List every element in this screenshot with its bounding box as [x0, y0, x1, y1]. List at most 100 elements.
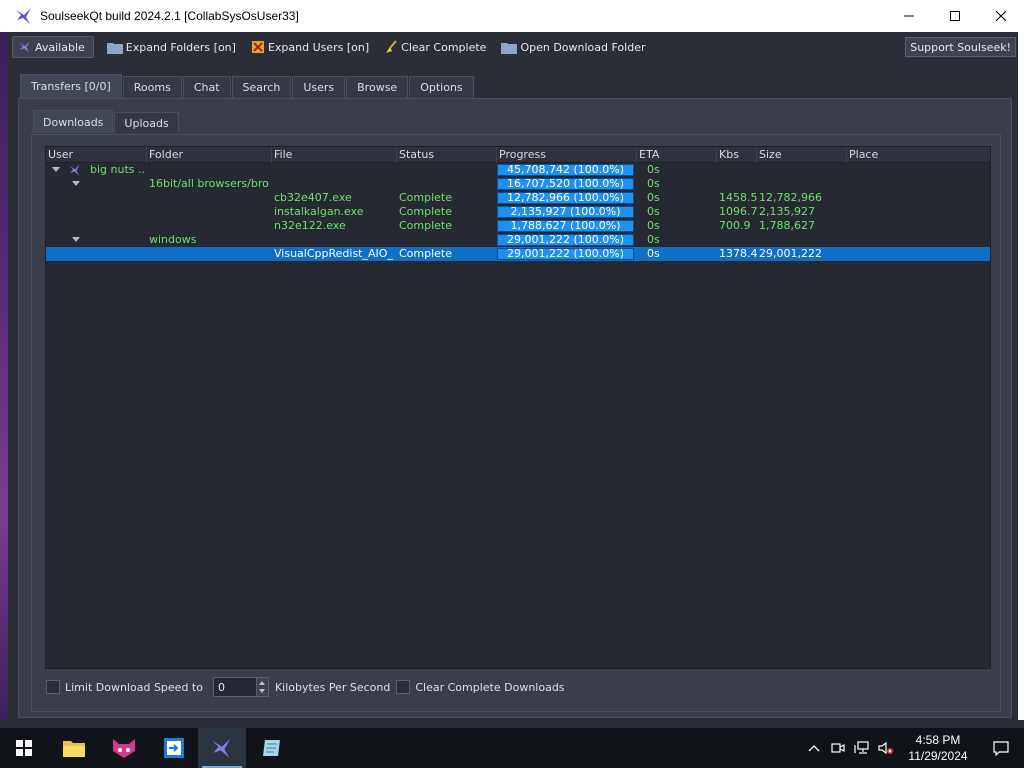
open-download-folder-label: Open Download Folder: [520, 40, 646, 54]
clear-complete-downloads-checkbox[interactable]: [396, 680, 411, 694]
size-cell: 29,001,222: [759, 247, 822, 260]
taskbar-soulseek[interactable]: [198, 728, 246, 768]
table-row-user[interactable]: big nuts ... 45,708,742 (100.0%) 0s: [46, 163, 990, 177]
folder-cell: 16bit/all browsers/bro...: [149, 177, 269, 190]
transfers-subtab-bar: Downloads Uploads: [33, 110, 180, 133]
progress-bar: 16,707,520 (100.0%): [497, 178, 634, 190]
tab-users[interactable]: Users: [292, 76, 346, 98]
column-header-file[interactable]: File: [272, 147, 397, 163]
system-tray: 4:58 PM 11/29/2024: [802, 728, 1024, 768]
expand-users-button[interactable]: Expand Users [on]: [246, 36, 374, 58]
file-explorer-icon: [63, 741, 85, 757]
kbs-cell: 1096.7: [719, 205, 758, 218]
spin-down-icon[interactable]: [258, 689, 265, 693]
table-row-folder[interactable]: 16bit/all browsers/bro... 16,707,520 (10…: [46, 177, 990, 191]
column-header-status[interactable]: Status: [397, 147, 497, 163]
expand-folders-button[interactable]: Expand Folders [on]: [102, 36, 241, 58]
table-row-file[interactable]: cb32e407.exe Complete 12,782,966 (100.0%…: [46, 191, 990, 205]
tab-search[interactable]: Search: [231, 76, 292, 98]
minimize-icon: [904, 15, 914, 17]
table-row-file[interactable]: instalkalgan.exe Complete 2,135,927 (100…: [46, 205, 990, 219]
tab-downloads[interactable]: Downloads: [33, 110, 114, 133]
size-cell: 1,788,627: [759, 219, 815, 232]
expand-arrow-icon[interactable]: [72, 237, 80, 242]
desktop-edge-right: [1018, 32, 1024, 720]
clear-complete-button[interactable]: Clear Complete: [379, 36, 491, 58]
toolbar: Available Expand Folders [on] Expand Use…: [8, 32, 1018, 62]
column-header-size[interactable]: Size: [757, 147, 847, 163]
file-cell: VisualCppRedist_AIO_...: [274, 247, 394, 260]
table-body: big nuts ... 45,708,742 (100.0%) 0s 16bi…: [46, 163, 990, 261]
expand-arrow-icon[interactable]: [72, 181, 80, 186]
notepad-icon: [263, 740, 280, 756]
clear-complete-downloads-label: Clear Complete Downloads: [415, 680, 565, 694]
table-header: User Folder File Status Progress ETA Kbs…: [46, 147, 990, 163]
maximize-button[interactable]: [932, 0, 978, 32]
transfers-panel: Downloads Uploads User Folder File Statu…: [18, 98, 1012, 718]
taskbar-remote-app[interactable]: [150, 728, 198, 768]
tab-uploads[interactable]: Uploads: [114, 112, 179, 133]
expand-folders-label: Expand Folders [on]: [125, 40, 236, 54]
column-header-folder[interactable]: Folder: [147, 147, 272, 163]
table-row-file[interactable]: n32e122.exe Complete 1,788,627 (100.0%) …: [46, 219, 990, 233]
size-cell: 12,782,966: [759, 191, 822, 204]
column-header-place[interactable]: Place: [847, 147, 990, 163]
expand-arrow-icon[interactable]: [52, 167, 60, 172]
column-header-progress[interactable]: Progress: [497, 147, 637, 163]
tab-chat[interactable]: Chat: [182, 76, 231, 98]
eta-cell: 0s: [647, 177, 660, 190]
tab-browse[interactable]: Browse: [346, 76, 409, 98]
file-cell: n32e122.exe: [274, 219, 346, 232]
limit-speed-checkbox[interactable]: [46, 680, 60, 694]
taskbar-browser[interactable]: [100, 728, 148, 768]
support-soulseek-button[interactable]: Support Soulseek!: [905, 37, 1016, 57]
clock[interactable]: 4:58 PM 11/29/2024: [898, 732, 978, 764]
clock-date: 11/29/2024: [908, 749, 968, 763]
speed-limit-spinbox[interactable]: 0: [212, 677, 269, 697]
downloads-panel: User Folder File Status Progress ETA Kbs…: [31, 134, 1001, 712]
show-hidden-icons-button[interactable]: [802, 728, 826, 768]
spinbox-buttons[interactable]: [255, 678, 268, 696]
broom-icon: [386, 40, 397, 53]
kbs-cell: 1458.5: [719, 191, 758, 204]
open-download-folder-button[interactable]: Open Download Folder: [496, 36, 650, 58]
tab-rooms[interactable]: Rooms: [122, 76, 182, 98]
tab-options[interactable]: Options: [409, 76, 474, 98]
available-status-button[interactable]: Available: [12, 36, 94, 58]
close-button[interactable]: [978, 0, 1024, 32]
downloads-table[interactable]: User Folder File Status Progress ETA Kbs…: [45, 146, 991, 669]
unit-label: Kilobytes Per Second: [274, 680, 391, 694]
remote-app-icon: [164, 738, 184, 758]
eta-cell: 0s: [647, 191, 660, 204]
network-icon: [854, 741, 869, 754]
column-header-user[interactable]: User: [46, 147, 147, 163]
progress-bar: 29,001,222 (100.0%): [497, 234, 634, 246]
column-header-eta[interactable]: ETA: [637, 147, 717, 163]
download-options-bar: Limit Download Speed to 0 Kilobytes Per …: [46, 677, 565, 697]
file-cell: instalkalgan.exe: [274, 205, 364, 218]
table-row-file-selected[interactable]: VisualCppRedist_AIO_... Complete 29,001,…: [46, 247, 990, 261]
user-cell: big nuts ...: [90, 163, 146, 176]
minimize-button[interactable]: [886, 0, 932, 32]
chevron-up-icon: [808, 745, 820, 752]
kbs-cell: 1378.4: [719, 247, 758, 260]
table-row-folder[interactable]: windows 29,001,222 (100.0%) 0s: [46, 233, 990, 247]
taskbar-file-explorer[interactable]: [50, 728, 98, 768]
main-tab-bar: Transfers [0/0] Rooms Chat Search Users …: [20, 74, 475, 98]
taskbar-notepad[interactable]: [248, 728, 296, 768]
notifications-button[interactable]: [978, 728, 1024, 768]
soulseek-icon: [212, 738, 231, 758]
network-button[interactable]: [850, 728, 874, 768]
volume-button[interactable]: [874, 728, 898, 768]
column-header-kbs[interactable]: Kbs: [717, 147, 757, 163]
spin-up-icon[interactable]: [258, 681, 265, 685]
tab-transfers[interactable]: Transfers [0/0]: [20, 74, 122, 98]
progress-bar: 2,135,927 (100.0%): [497, 206, 634, 218]
volume-muted-icon: [878, 741, 893, 755]
browser-icon: [113, 739, 135, 758]
soulseek-bird-icon: [19, 41, 30, 53]
tray-app-button[interactable]: [826, 728, 850, 768]
start-button[interactable]: [0, 728, 48, 768]
eta-cell: 0s: [647, 233, 660, 246]
eta-cell: 0s: [647, 247, 660, 260]
